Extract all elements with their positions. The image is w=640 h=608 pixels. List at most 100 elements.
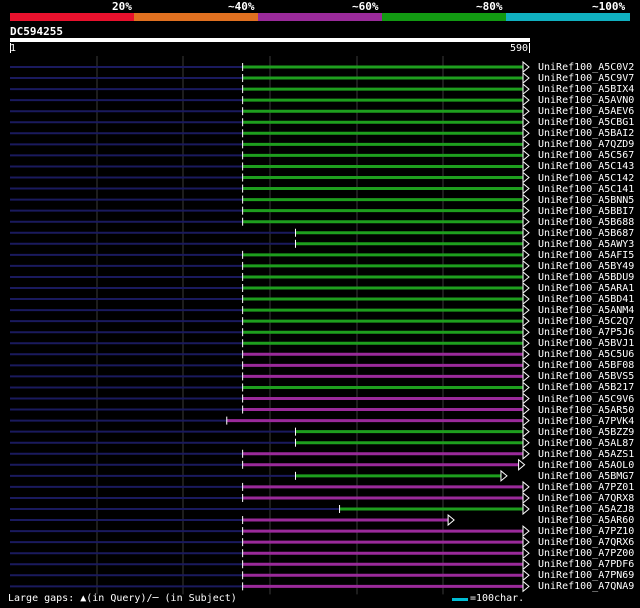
alignment-end-arrow — [522, 337, 530, 350]
hit-label[interactable]: UniRef100_A5BY49 — [538, 261, 634, 272]
alignment-end-arrow — [522, 304, 530, 317]
hit-label[interactable]: UniRef100_A5B687 — [538, 228, 634, 239]
hit-label[interactable]: UniRef100_A5AL87 — [538, 438, 634, 449]
hit-label[interactable]: UniRef100_A5C567 — [538, 150, 634, 161]
hit-label[interactable]: UniRef100_A7QRX6 — [538, 537, 634, 548]
hit-label[interactable]: UniRef100_A5BMG7 — [538, 471, 634, 482]
alignment-end-arrow — [522, 425, 530, 438]
alignment-end-arrow — [522, 370, 530, 383]
hit-label[interactable]: UniRef100_A7PN69 — [538, 570, 634, 581]
alignment-end-arrow — [522, 281, 530, 295]
hit-label[interactable]: UniRef100_A7QNA9 — [538, 581, 634, 592]
hit-label[interactable]: UniRef100_A5BBI7 — [538, 206, 634, 217]
hit-label[interactable]: UniRef100_A5ARA1 — [538, 283, 634, 294]
hit-label[interactable]: UniRef100_A5AEV6 — [538, 106, 634, 117]
scale-label: =100char. — [470, 593, 525, 604]
hit-label[interactable]: UniRef100_A7PVK4 — [538, 416, 634, 427]
alignment-end-arrow — [522, 480, 530, 493]
alignment-end-arrow — [522, 182, 530, 195]
scale-bar — [452, 598, 468, 601]
alignment-end-arrow — [447, 513, 455, 527]
hit-label[interactable]: UniRef100_A7QZD9 — [538, 139, 634, 150]
hit-label[interactable]: UniRef100_A5AOL0 — [538, 460, 634, 471]
hit-label[interactable]: UniRef100_A7PZ00 — [538, 548, 634, 559]
hit-label[interactable]: UniRef100_A5C5U6 — [538, 349, 634, 360]
alignment-end-arrow — [500, 469, 508, 482]
hit-label[interactable]: UniRef100_A5AFI5 — [538, 250, 634, 261]
hit-label[interactable]: UniRef100_A5C9V6 — [538, 394, 634, 405]
alignment-end-arrow — [522, 193, 530, 206]
alignment-end-arrow — [522, 248, 530, 261]
hit-row[interactable] — [10, 513, 455, 527]
alignment-end-arrow — [522, 270, 530, 284]
alignment-end-arrow — [522, 160, 530, 173]
alignment-end-arrow — [522, 116, 530, 129]
hit-label[interactable]: UniRef100_A7P5J6 — [538, 327, 634, 338]
hit-label[interactable]: UniRef100_A5C0V2 — [538, 62, 634, 73]
alignment-end-arrow — [522, 392, 530, 405]
alignment-end-arrow — [522, 292, 530, 306]
hit-label[interactable]: UniRef100_A5CBG1 — [538, 117, 634, 128]
alignment-end-arrow — [522, 436, 530, 449]
hit-label[interactable]: UniRef100_A5AZS1 — [538, 449, 634, 460]
alignment-end-arrow — [522, 491, 530, 505]
hit-label[interactable]: UniRef100_A5C142 — [538, 173, 634, 184]
alignment-end-arrow — [522, 94, 530, 107]
hit-label[interactable]: UniRef100_A5BVJ1 — [538, 338, 634, 349]
alignment-end-arrow — [522, 381, 530, 394]
alignment-end-arrow — [522, 547, 530, 560]
alignment-end-arrow — [522, 403, 530, 416]
large-gaps-legend: Large gaps: ▲(in Query)/─ (in Subject) — [8, 593, 237, 604]
hit-label[interactable]: UniRef100_A5AR60 — [538, 515, 634, 526]
hit-label[interactable]: UniRef100_A5BNN5 — [538, 195, 634, 206]
alignment-end-arrow — [522, 447, 530, 460]
alignment-end-arrow — [522, 171, 530, 184]
alignment-end-arrow — [522, 237, 530, 250]
hit-label[interactable]: UniRef100_A5AWY3 — [538, 239, 634, 250]
hit-label[interactable]: UniRef100_A5BVS5 — [538, 371, 634, 382]
alignment-end-arrow — [522, 558, 530, 571]
alignment-end-arrow — [522, 315, 530, 328]
hit-label[interactable]: UniRef100_A5AVN0 — [538, 95, 634, 106]
alignment-end-arrow — [522, 105, 530, 118]
alignment-end-arrow — [518, 458, 526, 471]
alignment-end-arrow — [522, 359, 530, 372]
alignment-end-arrow — [522, 348, 530, 361]
alignment-end-arrow — [522, 204, 530, 217]
hit-label[interactable]: UniRef100_A5B217 — [538, 382, 634, 393]
alignment-end-arrow — [522, 215, 530, 228]
hit-label[interactable]: UniRef100_A5ANM4 — [538, 305, 634, 316]
alignment-end-arrow — [522, 259, 530, 272]
alignment-end-arrow — [522, 326, 530, 339]
alignment-end-arrow — [522, 138, 530, 151]
alignment-end-arrow — [522, 525, 530, 538]
hit-label[interactable]: UniRef100_A7PZ10 — [538, 526, 634, 537]
hit-label[interactable]: UniRef100_A5BD41 — [538, 294, 634, 305]
alignment-end-arrow — [522, 83, 530, 96]
hit-label[interactable]: UniRef100_A5C143 — [538, 161, 634, 172]
hit-row[interactable] — [10, 458, 526, 471]
hit-label[interactable]: UniRef100_A5AZJ8 — [538, 504, 634, 515]
alignment-end-arrow — [522, 60, 530, 74]
hit-label[interactable]: UniRef100_A5C141 — [538, 184, 634, 195]
hit-label[interactable]: UniRef100_A5BZZ9 — [538, 427, 634, 438]
alignment-end-arrow — [522, 580, 530, 593]
hit-label[interactable]: UniRef100_A5BF08 — [538, 360, 634, 371]
hit-label[interactable]: UniRef100_A5BIX4 — [538, 84, 634, 95]
alignment-end-arrow — [522, 226, 530, 239]
hit-label[interactable]: UniRef100_A7QRX8 — [538, 493, 634, 504]
hit-label[interactable]: UniRef100_A5C2Q7 — [538, 316, 634, 327]
alignment-end-arrow — [522, 127, 530, 140]
alignment-end-arrow — [522, 71, 530, 85]
alignment-end-arrow — [522, 536, 530, 549]
hit-label[interactable]: UniRef100_A5AR50 — [538, 405, 634, 416]
hit-label[interactable]: UniRef100_A7PDF6 — [538, 559, 634, 570]
hit-label[interactable]: UniRef100_A5BAI2 — [538, 128, 634, 139]
alignment-end-arrow — [522, 502, 530, 516]
alignment-end-arrow — [522, 149, 530, 162]
hit-row[interactable] — [10, 469, 508, 482]
hit-label[interactable]: UniRef100_A5C9V7 — [538, 73, 634, 84]
hit-label[interactable]: UniRef100_A7PZ01 — [538, 482, 634, 493]
hit-label[interactable]: UniRef100_A5BDU9 — [538, 272, 634, 283]
hit-label[interactable]: UniRef100_A5B688 — [538, 217, 634, 228]
